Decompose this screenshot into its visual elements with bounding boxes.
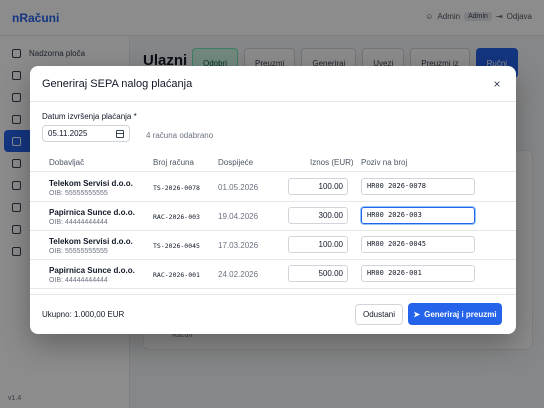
due-date: 19.04.2026 [218,212,259,221]
amount-input[interactable]: 100.00 [288,236,348,253]
supplier-oib: OIB: 44444444444 [49,219,108,226]
sepa-dialog: Generiraj SEPA nalog plaćanja × Datum iz… [30,66,516,334]
supplier-name: Telekom Servisi d.o.o. [49,237,133,246]
generate-download-button[interactable]: ➤ Generiraj i preuzmi [408,303,502,325]
table-header: Dobavljač Broj računa Dospijeće Iznos (E… [30,154,516,172]
selected-count: 4 računa odabrano [146,131,214,140]
table-row: Telekom Servisi d.o.o. OIB: 55555555555 … [30,231,516,260]
reference-input[interactable]: HR00 2026-003 [361,207,475,224]
reference-input[interactable]: HR00 2026-001 [361,265,475,282]
total-amount: Ukupno: 1.000,00 EUR [42,310,125,319]
due-date: 24.02.2026 [218,270,259,279]
dialog-footer: Ukupno: 1.000,00 EUR Odustani ➤ Generira… [30,294,516,334]
col-invoice-no: Broj računa [153,158,194,167]
amount-input[interactable]: 500.00 [288,265,348,282]
payment-date-input[interactable]: 05.11.2025 [42,125,130,142]
close-icon[interactable]: × [490,77,504,91]
supplier-name: Papirnica Sunce d.o.o. [49,266,135,275]
due-date: 01.05.2026 [218,183,259,192]
dialog-header: Generiraj SEPA nalog plaćanja × [30,66,516,102]
table-row: Papirnica Sunce d.o.o. OIB: 44444444444 … [30,260,516,289]
calendar-icon[interactable] [116,129,124,138]
reference-input[interactable]: HR00 2026-0078 [361,178,475,195]
generate-download-label: Generiraj i preuzmi [424,309,497,319]
table-row: Telekom Servisi d.o.o. OIB: 55555555555 … [30,173,516,202]
reference-input[interactable]: HR00 2026-0045 [361,236,475,253]
supplier-oib: OIB: 44444444444 [49,277,108,284]
dialog-title: Generiraj SEPA nalog plaćanja [42,77,193,90]
supplier-oib: OIB: 55555555555 [49,190,108,197]
col-supplier: Dobavljač [49,158,85,167]
table-row: Papirnica Sunce d.o.o. OIB: 44444444444 … [30,202,516,231]
payment-date-value: 05.11.2025 [48,129,88,138]
supplier-name: Telekom Servisi d.o.o. [49,179,133,188]
payment-date-label: Datum izvršenja plaćanja * [42,112,137,121]
send-icon: ➤ [413,309,421,319]
col-reference: Poziv na broj [361,158,408,167]
cancel-button[interactable]: Odustani [355,304,403,325]
invoice-number: TS-2026-0045 [153,242,200,250]
invoice-number: TS-2026-0078 [153,184,200,192]
col-due: Dospijeće [218,158,254,167]
col-amount: Iznos (EUR) [310,158,354,167]
invoice-number: RAC-2026-003 [153,213,200,221]
supplier-oib: OIB: 55555555555 [49,248,108,255]
due-date: 17.03.2026 [218,241,259,250]
amount-input[interactable]: 300.00 [288,207,348,224]
amount-input[interactable]: 100.00 [288,178,348,195]
invoice-number: RAC-2026-001 [153,271,200,279]
supplier-name: Papirnica Sunce d.o.o. [49,208,135,217]
